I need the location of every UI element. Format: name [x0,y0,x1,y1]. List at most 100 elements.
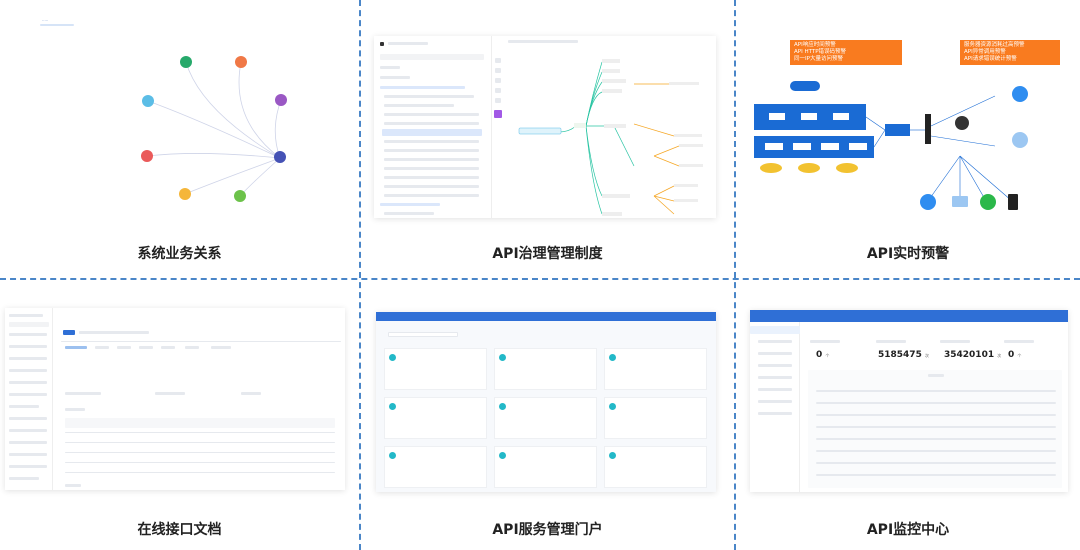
sidebar-item [758,400,792,403]
governance-screenshot [374,36,716,218]
service-card[interactable] [604,397,707,439]
tab [185,346,199,349]
section-title [65,408,85,411]
table-row [65,432,335,433]
tab [139,346,153,349]
service-card[interactable] [384,446,487,488]
tree-item [384,176,479,179]
service-card[interactable] [604,446,707,488]
tab-divider [61,341,341,342]
tool-icon [495,98,501,103]
field-label [65,392,101,395]
sidebar-item [758,376,792,379]
stat-card-2: 5185475 次 [878,350,929,360]
stat-label [810,340,840,343]
tree-item [380,86,465,89]
table-row [816,414,1056,416]
node-yellow [179,188,191,200]
qq-icon [920,194,936,210]
sidebar-item [9,429,47,432]
tab [161,346,175,349]
caption-api-monitor: API监控中心 [866,522,950,538]
sidebar-item [758,388,792,391]
cell-api-monitor: 0 个 5185475 次 35420101 次 0 个 API监控中心 [736,280,1080,550]
tree-item [384,194,479,197]
dashboard-icon [1012,86,1028,102]
tree-item [384,212,434,215]
tree-title [388,42,428,45]
active-tool-icon [494,110,502,118]
cell-api-governance: API治理管理制度 [361,0,734,278]
tree-item [384,95,474,98]
caption-api-governance: API治理管理制度 [492,246,603,262]
tool-icon [495,58,501,63]
sidebar-item [758,412,792,415]
cell-business-relations: ····· 系统业务关系 [0,0,359,278]
service-card[interactable] [494,397,597,439]
portal-screenshot [376,312,716,492]
sidebar-item [9,441,47,444]
section-title [65,484,81,487]
docs-screenshot [5,308,345,490]
tree-item [384,149,479,152]
node-lightblue [142,95,154,107]
service-card[interactable] [494,348,597,390]
caption-api-alert: API实时预警 [866,246,950,262]
service-card[interactable] [384,348,487,390]
method-badge [63,330,75,335]
sidebar-search [9,322,49,327]
tree-item [380,203,440,206]
service-card[interactable] [604,348,707,390]
table-row [816,426,1056,428]
monitor-sidebar [750,322,800,492]
analysis-icon [1012,132,1028,148]
sidebar-item [9,345,47,348]
tab [95,346,109,349]
stat-label [876,340,906,343]
stat-label [940,340,970,343]
table-row [65,462,335,463]
feature-grid: ····· 系统业务关系 API治理管理制度 API响应时间预警 API HTT… [0,0,1080,550]
stat-label [1004,340,1034,343]
sidebar-item [9,369,47,372]
table-row [816,462,1056,464]
tree-item [384,104,454,107]
wechat-icon [980,194,996,210]
sidebar-title [9,314,43,317]
table-row [816,474,1056,476]
tab [117,346,131,349]
sidebar-item [9,333,47,336]
cell-api-alert: API响应时间预警 API HTTP错误码预警 同一IP大量访问预警 服务器资源… [736,0,1080,278]
service-card[interactable] [494,446,597,488]
caption-business-relations: 系统业务关系 [137,246,222,262]
portal-search [388,332,458,337]
field-label [241,392,261,395]
sidebar-item [758,340,792,343]
caption-online-docs: 在线接口文档 [137,522,222,538]
portal-topnav [376,312,716,321]
alert-diagram: API响应时间预警 API HTTP错误码预警 同一IP大量访问预警 服务器资源… [750,36,1065,216]
table-title [928,374,944,377]
monitor-screenshot: 0 个 5185475 次 35420101 次 0 个 [750,310,1068,492]
node-red [141,150,153,162]
alert-center-icon [955,116,969,130]
tree-search [380,54,484,60]
cell-online-docs: 在线接口文档 [0,280,359,550]
mindmap-toolbar [494,58,502,128]
sidebar-item-active [750,326,800,334]
home-icon [380,42,384,46]
sidebar-item [758,352,792,355]
sidebar-item [9,381,47,384]
tree-item-selected [382,129,482,136]
tree-label [380,76,410,79]
tree-item [384,167,479,170]
tree-label [380,66,400,69]
tab [211,346,231,349]
node-lime [234,190,246,202]
service-card[interactable] [384,397,487,439]
sidebar-item [9,453,47,456]
table-header [65,418,335,428]
sidebar-item [9,405,39,408]
sidebar-item [758,364,792,367]
tool-icon [495,78,501,83]
